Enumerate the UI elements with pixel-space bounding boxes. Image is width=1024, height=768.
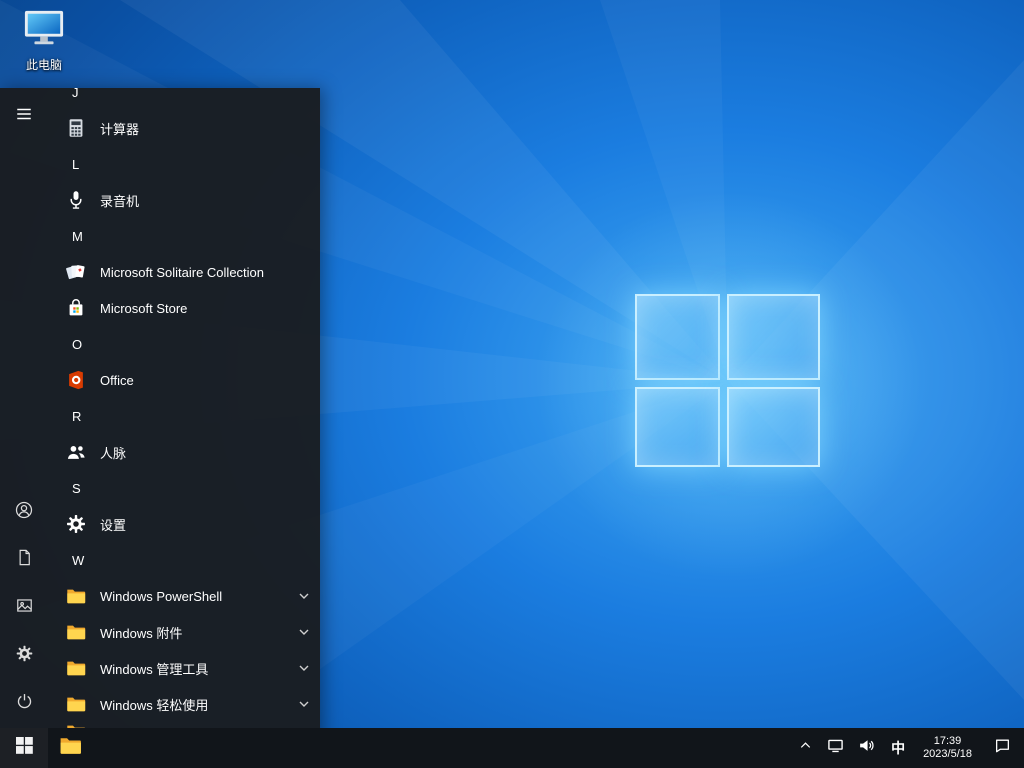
desktop-icon-this-pc[interactable]: 此电脑 (12, 8, 76, 72)
start-button[interactable] (0, 728, 48, 768)
windows-logo (635, 294, 821, 468)
app-item-calculator[interactable]: 计算器 (48, 110, 320, 146)
app-item-label: 人脉 (100, 445, 127, 461)
chevron-down-icon[interactable] (298, 698, 310, 710)
clock[interactable]: 17:39 2023/5/18 (914, 728, 981, 768)
app-item-label: Microsoft Solitaire Collection (100, 264, 265, 280)
app-list-letter-w[interactable]: W (48, 542, 320, 578)
windows-logo-pane (727, 294, 820, 380)
app-list-letter-j[interactable]: J (48, 88, 320, 110)
app-item-solitaire[interactable]: Microsoft Solitaire Collection (48, 254, 320, 290)
app-item-label: 录音机 (100, 193, 140, 209)
folder-item-label: Windows 管理工具 (100, 661, 209, 677)
pictures-button[interactable] (0, 584, 48, 632)
chevron-down-icon[interactable] (298, 662, 310, 674)
volume-button[interactable] (851, 728, 882, 768)
app-list-letter-o[interactable]: O (48, 326, 320, 362)
chevron-up-icon (798, 738, 813, 758)
start-menu-app-list: J 计算器 L 录音机 M Microsoft Solitaire Collec… (48, 88, 320, 768)
folder-icon (58, 733, 83, 763)
clock-time: 17:39 (933, 735, 962, 747)
letter-label: S (72, 480, 81, 496)
action-center-icon (994, 737, 1011, 759)
account-button[interactable] (0, 488, 48, 536)
app-item-voice-recorder[interactable]: 录音机 (48, 182, 320, 218)
folder-item-windows-ease-of-access[interactable]: Windows 轻松使用 (48, 686, 320, 722)
settings-button[interactable] (0, 632, 48, 680)
folder-icon (64, 692, 88, 716)
store-bag-icon (64, 296, 88, 320)
computer-icon (21, 8, 67, 55)
documents-button[interactable] (0, 536, 48, 584)
clock-date: 2023/5/18 (923, 748, 972, 760)
folder-icon (64, 584, 88, 608)
app-item-label: 计算器 (100, 121, 140, 137)
start-menu: J 计算器 L 录音机 M Microsoft Solitaire Collec… (0, 88, 320, 768)
app-list-letter-r[interactable]: R (48, 398, 320, 434)
desktop: 此电脑 J 计算器 L 录音机 M Microsoft Solitaire Co… (0, 0, 1024, 768)
windows-logo-pane (635, 387, 720, 467)
solitaire-cards-icon (64, 260, 88, 284)
app-item-label: 设置 (100, 517, 127, 533)
taskbar: 中 17:39 2023/5/18 (0, 728, 1024, 768)
speaker-icon (858, 737, 875, 759)
windows-logo-pane (635, 294, 720, 380)
hamburger-icon (15, 105, 33, 128)
app-item-office[interactable]: Office (48, 362, 320, 398)
letter-label: O (72, 336, 83, 352)
gear-icon (64, 512, 88, 536)
folder-item-windows-admin-tools[interactable]: Windows 管理工具 (48, 650, 320, 686)
folder-item-label: Windows 轻松使用 (100, 697, 209, 713)
app-item-label: Office (100, 372, 134, 388)
power-button[interactable] (0, 680, 48, 728)
letter-label: W (72, 552, 85, 568)
hamburger-menu-button[interactable] (0, 92, 48, 140)
folder-item-label: Windows PowerShell (100, 588, 223, 604)
chevron-down-icon[interactable] (298, 626, 310, 638)
windows-logo-icon (15, 737, 33, 759)
pictures-icon (15, 596, 34, 620)
show-hidden-icons-button[interactable] (791, 728, 820, 768)
microphone-icon (64, 188, 88, 212)
letter-label: J (72, 88, 79, 100)
document-icon (15, 548, 34, 572)
app-item-people[interactable]: 人脉 (48, 434, 320, 470)
folder-item-windows-powershell[interactable]: Windows PowerShell (48, 578, 320, 614)
folder-icon (64, 620, 88, 644)
chevron-down-icon[interactable] (298, 590, 310, 602)
app-list-letter-m[interactable]: M (48, 218, 320, 254)
folder-item-windows-accessories[interactable]: Windows 附件 (48, 614, 320, 650)
windows-logo-pane (727, 387, 820, 467)
action-center-button[interactable] (981, 728, 1024, 768)
folder-icon (64, 656, 88, 680)
app-item-label: Microsoft Store (100, 300, 188, 316)
app-item-microsoft-store[interactable]: Microsoft Store (48, 290, 320, 326)
letter-label: R (72, 408, 82, 424)
desktop-icon-label: 此电脑 (25, 58, 62, 72)
ethernet-icon (827, 737, 844, 759)
people-icon (64, 440, 88, 464)
network-button[interactable] (820, 728, 851, 768)
letter-label: M (72, 228, 83, 244)
system-tray: 中 17:39 2023/5/18 (791, 728, 1024, 768)
start-menu-rail (0, 88, 48, 728)
calculator-icon (64, 116, 88, 140)
app-item-settings[interactable]: 设置 (48, 506, 320, 542)
ime-indicator[interactable]: 中 (882, 728, 914, 768)
letter-label: L (72, 156, 80, 172)
app-list-letter-l[interactable]: L (48, 146, 320, 182)
office-icon (64, 368, 88, 392)
gear-icon (15, 644, 34, 668)
folder-item-label: Windows 附件 (100, 625, 183, 641)
file-explorer-button[interactable] (48, 728, 92, 768)
user-icon (14, 500, 34, 525)
app-list-letter-s[interactable]: S (48, 470, 320, 506)
power-icon (15, 692, 34, 716)
